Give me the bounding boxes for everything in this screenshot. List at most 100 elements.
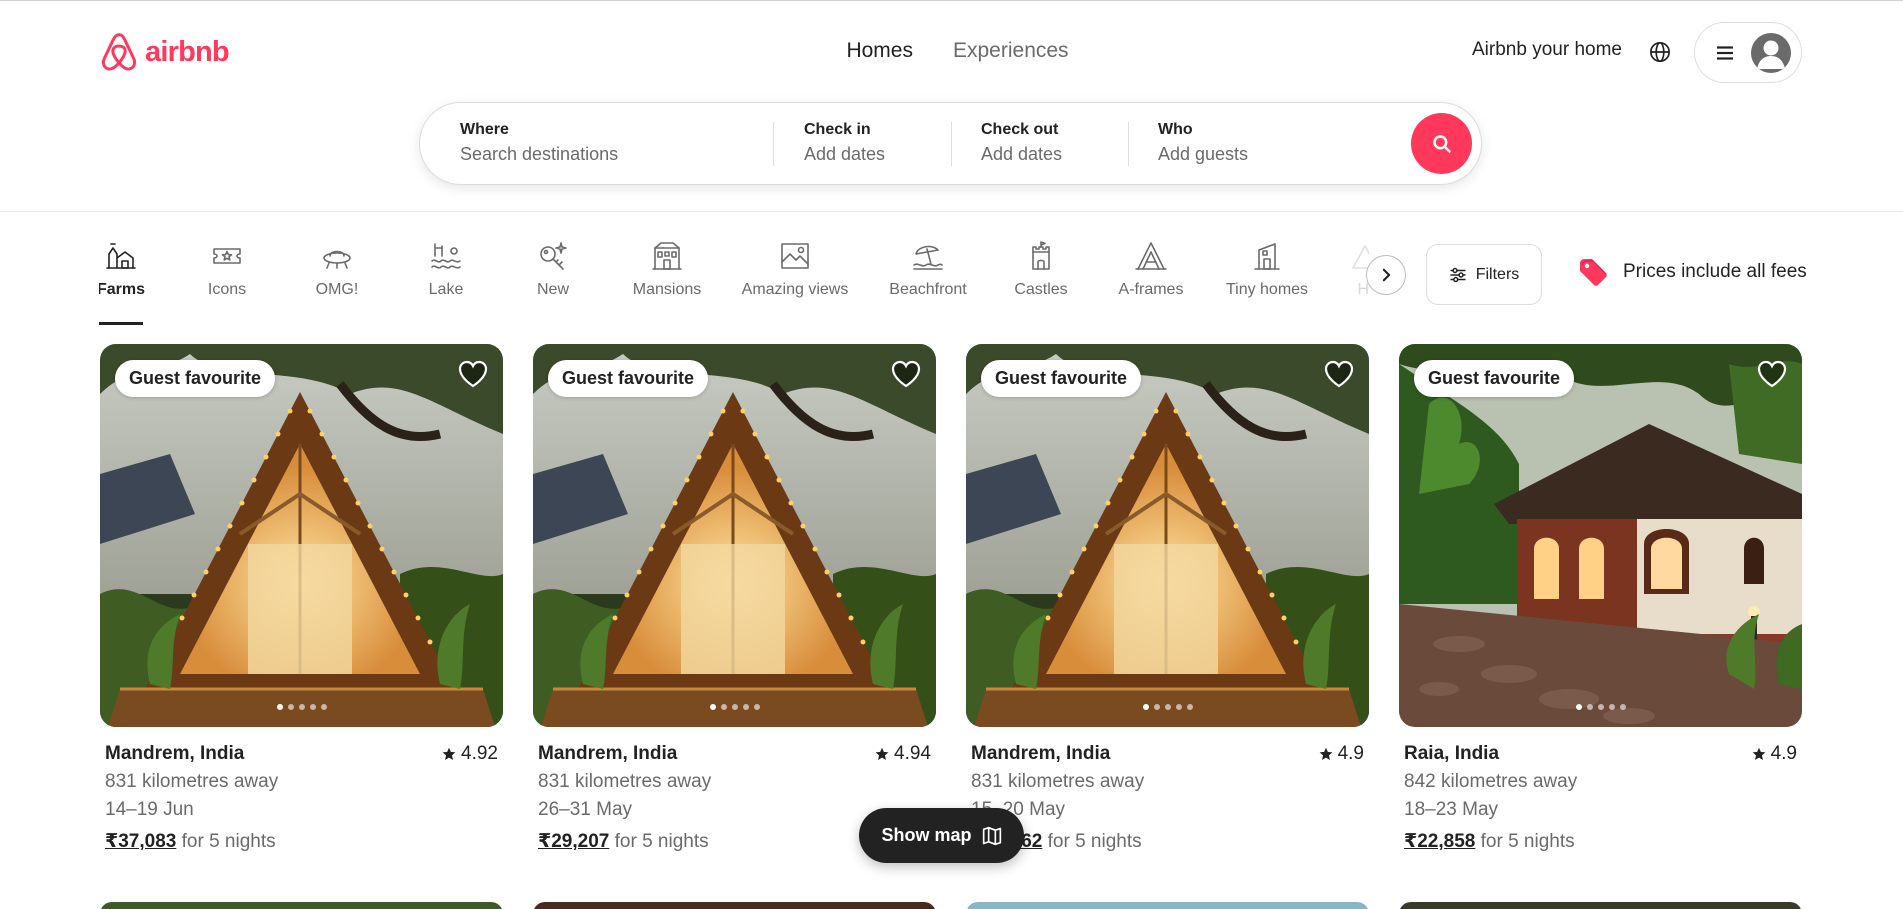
listing-location: Mandrem, India	[105, 743, 245, 764]
rating-value: 4.9	[1770, 743, 1797, 764]
ufo-icon	[323, 250, 351, 269]
photo-pagination	[1142, 704, 1193, 710]
listing-price: ₹29,462 for 5 nights	[971, 830, 1364, 853]
category-new[interactable]: New	[533, 240, 573, 325]
category-label: New	[536, 281, 569, 298]
who-field[interactable]: Who Add guests	[1158, 103, 1398, 184]
who-placeholder: Add guests	[1158, 144, 1249, 164]
category-lake[interactable]: Lake	[421, 240, 471, 325]
listing-distance: 831 kilometres away	[105, 771, 279, 792]
tab-homes[interactable]: Homes	[846, 39, 913, 63]
sliders-icon	[1450, 267, 1466, 282]
listing-rating: 4.94	[875, 743, 931, 765]
show-map-label: Show map	[881, 825, 972, 845]
category-partial[interactable]: Hi	[1345, 240, 1369, 325]
category-label: Amazing views	[741, 281, 849, 298]
globe-icon	[1650, 42, 1670, 62]
listing-location: Mandrem, India	[971, 743, 1111, 764]
active-underline	[99, 322, 143, 325]
star-icon	[875, 747, 889, 760]
listing-info: Raia, India 4.9 842 kilometres away 18–2…	[1399, 727, 1802, 853]
category-amazing-views[interactable]: Amazing views	[742, 240, 848, 325]
category-castles[interactable]: Castles	[1013, 240, 1069, 325]
price-suffix: for 5 nights	[1042, 831, 1142, 852]
where-field[interactable]: Where Search destinations	[460, 103, 760, 184]
search-divider	[773, 122, 774, 166]
guest-favourite-badge: Guest favourite	[548, 360, 709, 397]
listing-rating: 4.9	[1752, 743, 1797, 765]
category-farms[interactable]: Farms	[99, 240, 145, 325]
listing-photo[interactable]: Guest favourite	[533, 344, 936, 727]
listing-location: Mandrem, India	[538, 743, 678, 764]
price-suffix: for 5 nights	[609, 831, 709, 852]
price-amount[interactable]: ₹37,083	[105, 831, 176, 852]
price-suffix: for 5 nights	[1475, 831, 1575, 852]
user-avatar-icon	[1751, 32, 1791, 73]
listing-card[interactable]: Guest favourite Mandrem, India 4.92 831 …	[100, 344, 503, 853]
top-header: airbnb Homes Experiences Airbnb your hom…	[0, 0, 1903, 212]
price-tag-icon	[1580, 259, 1607, 286]
heart-icon[interactable]	[890, 358, 922, 390]
tab-experiences[interactable]: Experiences	[953, 39, 1069, 63]
ticket-star-icon	[213, 248, 241, 264]
category-mansions[interactable]: Mansions	[633, 240, 701, 325]
check-in-placeholder: Add dates	[804, 144, 886, 164]
category-label: Castles	[1014, 281, 1068, 298]
price-suffix: for 5 nights	[176, 831, 276, 852]
listing-photo[interactable]: Guest favourite	[1399, 344, 1802, 727]
a-frame-photo	[100, 344, 503, 727]
price-amount[interactable]: ₹29,207	[538, 831, 609, 852]
guest-favourite-badge: Guest favourite	[115, 360, 276, 397]
category-next-button[interactable]	[1366, 255, 1406, 295]
check-out-field[interactable]: Check out Add dates	[981, 103, 1131, 184]
listing-photo[interactable]: Guest favourite	[100, 344, 503, 727]
a-frame-photo	[966, 344, 1369, 727]
fees-label: Prices include all fees	[1623, 261, 1807, 282]
listing-rating: 4.9	[1319, 743, 1364, 765]
listing-card[interactable]: Guest favourite Mandrem, India 4.9 831 k…	[966, 344, 1369, 853]
language-button[interactable]	[1643, 35, 1677, 69]
price-amount[interactable]: ₹22,858	[1404, 831, 1475, 852]
heart-icon[interactable]	[1323, 358, 1355, 390]
category-omg[interactable]: OMG!	[309, 240, 365, 325]
category-label: OMG!	[315, 281, 359, 298]
price-display-toggle[interactable]: Prices include all fees	[1577, 256, 1807, 288]
farm-icon	[106, 243, 136, 269]
who-label: Who	[1158, 121, 1193, 138]
lake-icon	[431, 243, 461, 269]
category-label: Tiny homes	[1225, 281, 1309, 298]
listing-info: Mandrem, India 4.9 831 kilometres away 1…	[966, 727, 1369, 853]
mountain-view-icon	[781, 243, 809, 269]
user-menu-button[interactable]	[1694, 22, 1802, 83]
listing-card[interactable]: Guest favourite Raia, India 4.9 842 kilo…	[1399, 344, 1802, 853]
cottage-photo	[1399, 344, 1802, 727]
category-beachfront[interactable]: Beachfront	[888, 240, 968, 325]
search-divider	[951, 122, 952, 166]
category-label: A-frames	[1118, 281, 1184, 298]
show-map-button[interactable]: Show map	[859, 808, 1024, 863]
mansion-icon	[652, 242, 682, 270]
heart-icon[interactable]	[457, 358, 489, 390]
category-icons[interactable]: Icons	[197, 240, 257, 325]
airbnb-your-home-link[interactable]: Airbnb your home	[1472, 39, 1622, 61]
listing-location: Raia, India	[1404, 743, 1500, 764]
listing-photo[interactable]: Guest favourite	[966, 344, 1369, 727]
search-button[interactable]	[1411, 113, 1472, 174]
castle-icon	[1032, 241, 1050, 270]
category-label: Mansions	[632, 281, 702, 298]
category-a-frames[interactable]: A-frames	[1118, 240, 1184, 325]
a-frame-photo	[533, 344, 936, 727]
category-bar: Farms Icons OMG! Lake New Mansions Amazi…	[99, 240, 1369, 325]
listing-distance: 831 kilometres away	[538, 771, 712, 792]
category-tiny-homes[interactable]: Tiny homes	[1226, 240, 1308, 325]
check-in-label: Check in	[804, 121, 871, 138]
listing-price: ₹37,083 for 5 nights	[105, 830, 498, 853]
heart-icon[interactable]	[1756, 358, 1788, 390]
check-in-field[interactable]: Check in Add dates	[804, 103, 954, 184]
listing-card[interactable]: Guest favourite Mandrem, India 4.94 831 …	[533, 344, 936, 853]
filters-button[interactable]: Filters	[1426, 244, 1542, 305]
category-label: Lake	[428, 281, 464, 298]
rating-value: 4.9	[1337, 743, 1364, 764]
beach-umbrella-icon	[913, 245, 943, 270]
filters-label: Filters	[1475, 265, 1520, 283]
